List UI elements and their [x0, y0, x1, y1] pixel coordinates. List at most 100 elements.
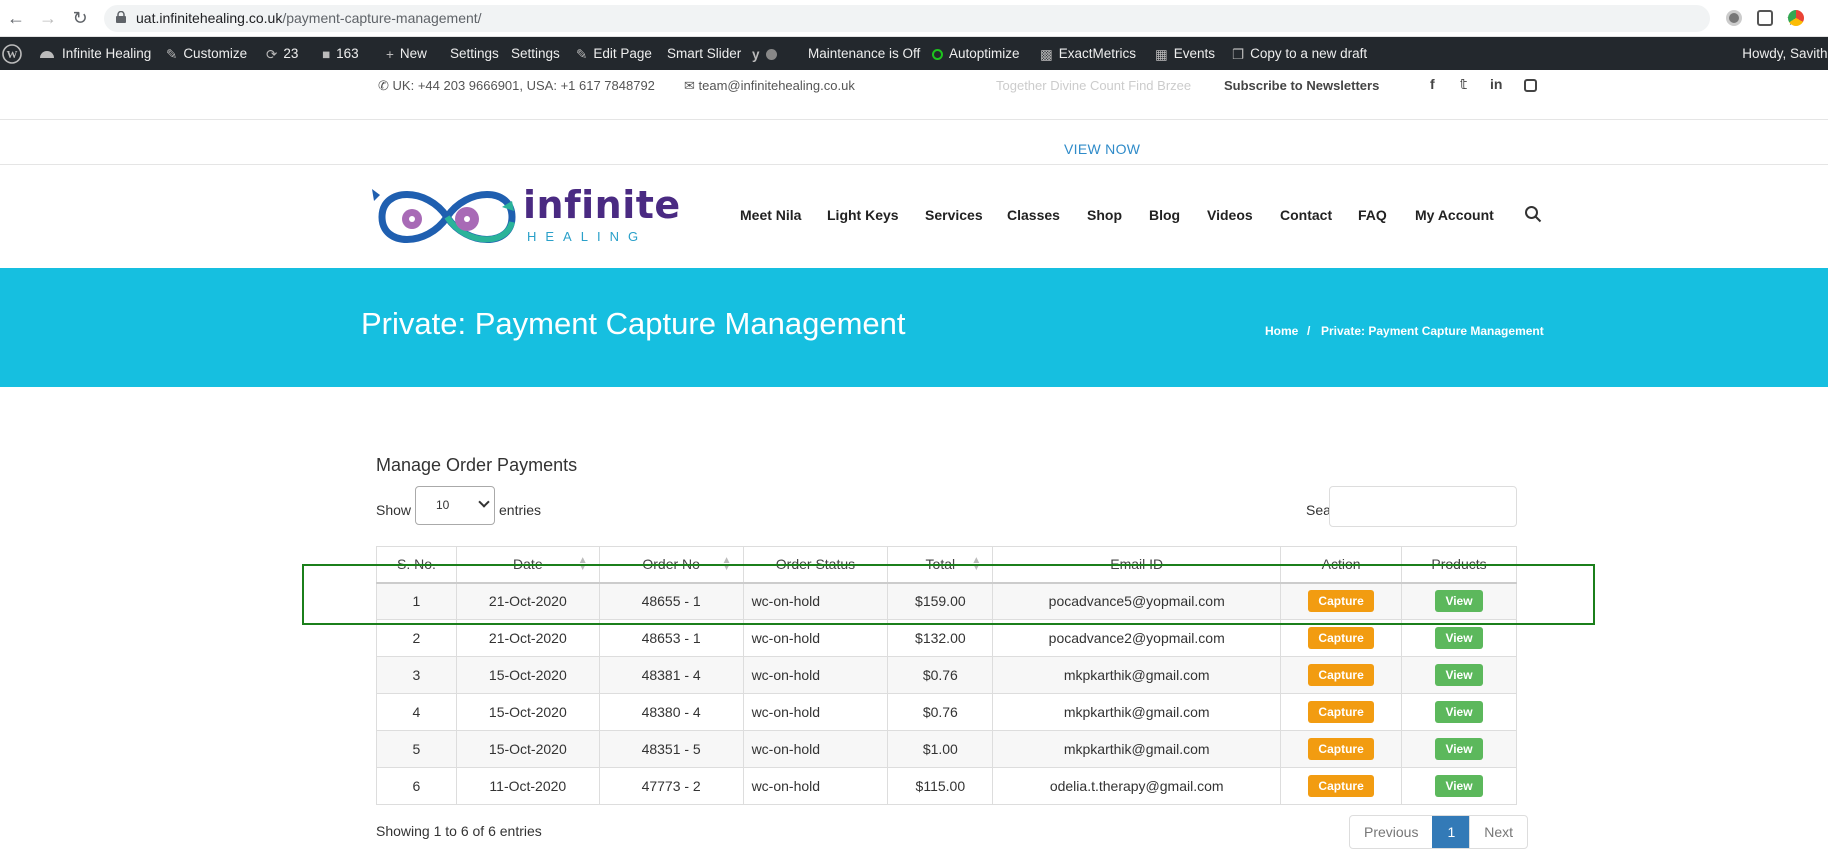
instagram-icon[interactable]: [1524, 79, 1537, 92]
admin-maintenance[interactable]: Maintenance is Off: [808, 37, 920, 70]
nav-services[interactable]: Services: [925, 207, 983, 223]
cell-total: $0.76: [887, 693, 994, 731]
phone-info: ✆ UK: +44 203 9666901, USA: +1 617 78487…: [378, 78, 655, 94]
phone-text: UK: +44 203 9666901, USA: +1 617 7848792: [392, 78, 655, 93]
view-button[interactable]: View: [1435, 627, 1483, 649]
contact-bar: ✆ UK: +44 203 9666901, USA: +1 617 78487…: [0, 70, 1828, 120]
wordpress-logo-icon[interactable]: W: [2, 37, 28, 70]
cell-order-status: wc-on-hold: [742, 619, 889, 657]
entries-label: entries: [499, 502, 542, 518]
cell-order-status: wc-on-hold: [742, 656, 889, 694]
admin-customize[interactable]: ✎ Customize: [166, 37, 247, 70]
back-icon[interactable]: ←: [6, 8, 26, 28]
url-host: uat.infinitehealing.co.uk: [136, 10, 283, 26]
admin-new[interactable]: + New: [386, 37, 427, 70]
table-row: 5 15-Oct-2020 48351 - 5 wc-on-hold $1.00 mkpk…: [376, 730, 1517, 768]
view-button[interactable]: View: [1435, 775, 1483, 797]
admin-events[interactable]: ▦ Events: [1155, 37, 1215, 70]
nav-faq[interactable]: FAQ: [1358, 207, 1387, 223]
admin-edit-page[interactable]: ✎ Edit Page: [576, 37, 652, 70]
autoptimize-label: Autoptimize: [949, 46, 1020, 61]
capture-button[interactable]: Capture: [1308, 627, 1374, 649]
updates-count: 23: [283, 46, 299, 61]
admin-yoast[interactable]: y: [752, 37, 783, 70]
customize-label: Customize: [183, 46, 248, 61]
pagination-page-1[interactable]: 1: [1432, 816, 1470, 848]
cell-order-status: wc-on-hold: [742, 730, 889, 768]
cell-sno: 2: [376, 619, 457, 657]
view-now-link[interactable]: VIEW NOW: [1064, 141, 1140, 157]
cell-products: View: [1401, 656, 1517, 694]
admin-exactmetrics[interactable]: ▩ ExactMetrics: [1040, 37, 1136, 70]
email-text: team@infinitehealing.co.uk: [698, 78, 855, 93]
cell-sno: 6: [376, 767, 457, 805]
reload-icon[interactable]: ↻: [70, 8, 90, 28]
admin-autoptimize[interactable]: Autoptimize: [932, 37, 1020, 70]
copy-icon: ❐: [1232, 46, 1245, 62]
entries-per-page-value: 10: [436, 498, 450, 512]
breadcrumb-home[interactable]: Home: [1265, 324, 1298, 338]
cell-total: $1.00: [887, 730, 994, 768]
nav-videos[interactable]: Videos: [1207, 207, 1253, 223]
twitter-icon[interactable]: 𝕥: [1460, 76, 1467, 93]
capture-button[interactable]: Capture: [1308, 701, 1374, 723]
entries-per-page-select[interactable]: 10: [415, 486, 495, 525]
cell-order-status: wc-on-hold: [742, 767, 889, 805]
cell-total: $115.00: [887, 767, 994, 805]
cell-products: View: [1401, 730, 1517, 768]
table-search-input[interactable]: [1329, 486, 1517, 527]
admin-settings-2[interactable]: Settings: [511, 37, 560, 70]
cell-products: View: [1401, 693, 1517, 731]
pocket-icon[interactable]: [1757, 10, 1773, 26]
chrome-extension-icon[interactable]: [1788, 10, 1804, 26]
extension-icon[interactable]: [1726, 10, 1742, 26]
page-title-banner: Private: Payment Capture Management Home…: [0, 268, 1828, 387]
linkedin-icon[interactable]: in: [1490, 76, 1502, 92]
site-logo[interactable]: infinite HEALING: [367, 177, 680, 257]
subscribe-link[interactable]: Subscribe to Newsletters: [1224, 78, 1379, 93]
pagination-next[interactable]: Next: [1469, 816, 1527, 848]
mail-icon: ✉: [684, 78, 695, 93]
nav-my-account[interactable]: My Account: [1415, 207, 1494, 223]
nav-blog[interactable]: Blog: [1149, 207, 1180, 223]
dashboard-icon: [40, 51, 54, 59]
facebook-icon[interactable]: f: [1430, 76, 1435, 92]
capture-button[interactable]: Capture: [1308, 738, 1374, 760]
cell-order-no: 48381 - 4: [598, 656, 744, 694]
search-icon[interactable]: [1524, 205, 1542, 223]
lock-icon: [116, 11, 126, 23]
admin-copy-draft[interactable]: ❐ Copy to a new draft: [1232, 37, 1367, 70]
site-header: infinite HEALING Meet Nila Light Keys Se…: [0, 165, 1828, 268]
page-root: ← → ↻ uat.infinitehealing.co.uk/payment-…: [0, 0, 1828, 858]
cell-action: Capture: [1280, 730, 1403, 768]
admin-settings-1[interactable]: Settings: [450, 37, 499, 70]
cell-email: mkpkarthik@gmail.com: [992, 693, 1282, 731]
capture-button[interactable]: Capture: [1308, 775, 1374, 797]
email-info[interactable]: ✉ team@infinitehealing.co.uk: [684, 78, 855, 94]
admin-site-name[interactable]: Infinite Healing: [38, 37, 151, 70]
yoast-icon: y: [752, 46, 760, 62]
admin-smart-slider[interactable]: Smart Slider: [667, 37, 741, 70]
nav-light-keys[interactable]: Light Keys: [827, 207, 899, 223]
forward-icon[interactable]: →: [38, 8, 58, 28]
browser-toolbar: ← → ↻ uat.infinitehealing.co.uk/payment-…: [0, 0, 1828, 37]
cell-date: 11-Oct-2020: [455, 767, 600, 805]
view-button[interactable]: View: [1435, 664, 1483, 686]
pagination-previous[interactable]: Previous: [1350, 816, 1432, 848]
address-bar[interactable]: uat.infinitehealing.co.uk/payment-captur…: [104, 5, 1802, 32]
cell-email: mkpkarthik@gmail.com: [992, 730, 1282, 768]
admin-updates[interactable]: ⟳ 23: [266, 37, 298, 70]
admin-howdy[interactable]: Howdy, Savithr: [1742, 37, 1828, 70]
nav-contact[interactable]: Contact: [1280, 207, 1332, 223]
nav-classes[interactable]: Classes: [1007, 207, 1060, 223]
nav-shop[interactable]: Shop: [1087, 207, 1122, 223]
admin-comments[interactable]: ■ 163: [322, 37, 359, 70]
cell-email: pocadvance2@yopmail.com: [992, 619, 1282, 657]
cell-sno: 4: [376, 693, 457, 731]
pagination: Previous 1 Next: [1349, 815, 1529, 849]
nav-meet-nila[interactable]: Meet Nila: [740, 207, 801, 223]
view-button[interactable]: View: [1435, 738, 1483, 760]
infinity-logo-icon: [372, 189, 516, 243]
capture-button[interactable]: Capture: [1308, 664, 1374, 686]
view-button[interactable]: View: [1435, 701, 1483, 723]
